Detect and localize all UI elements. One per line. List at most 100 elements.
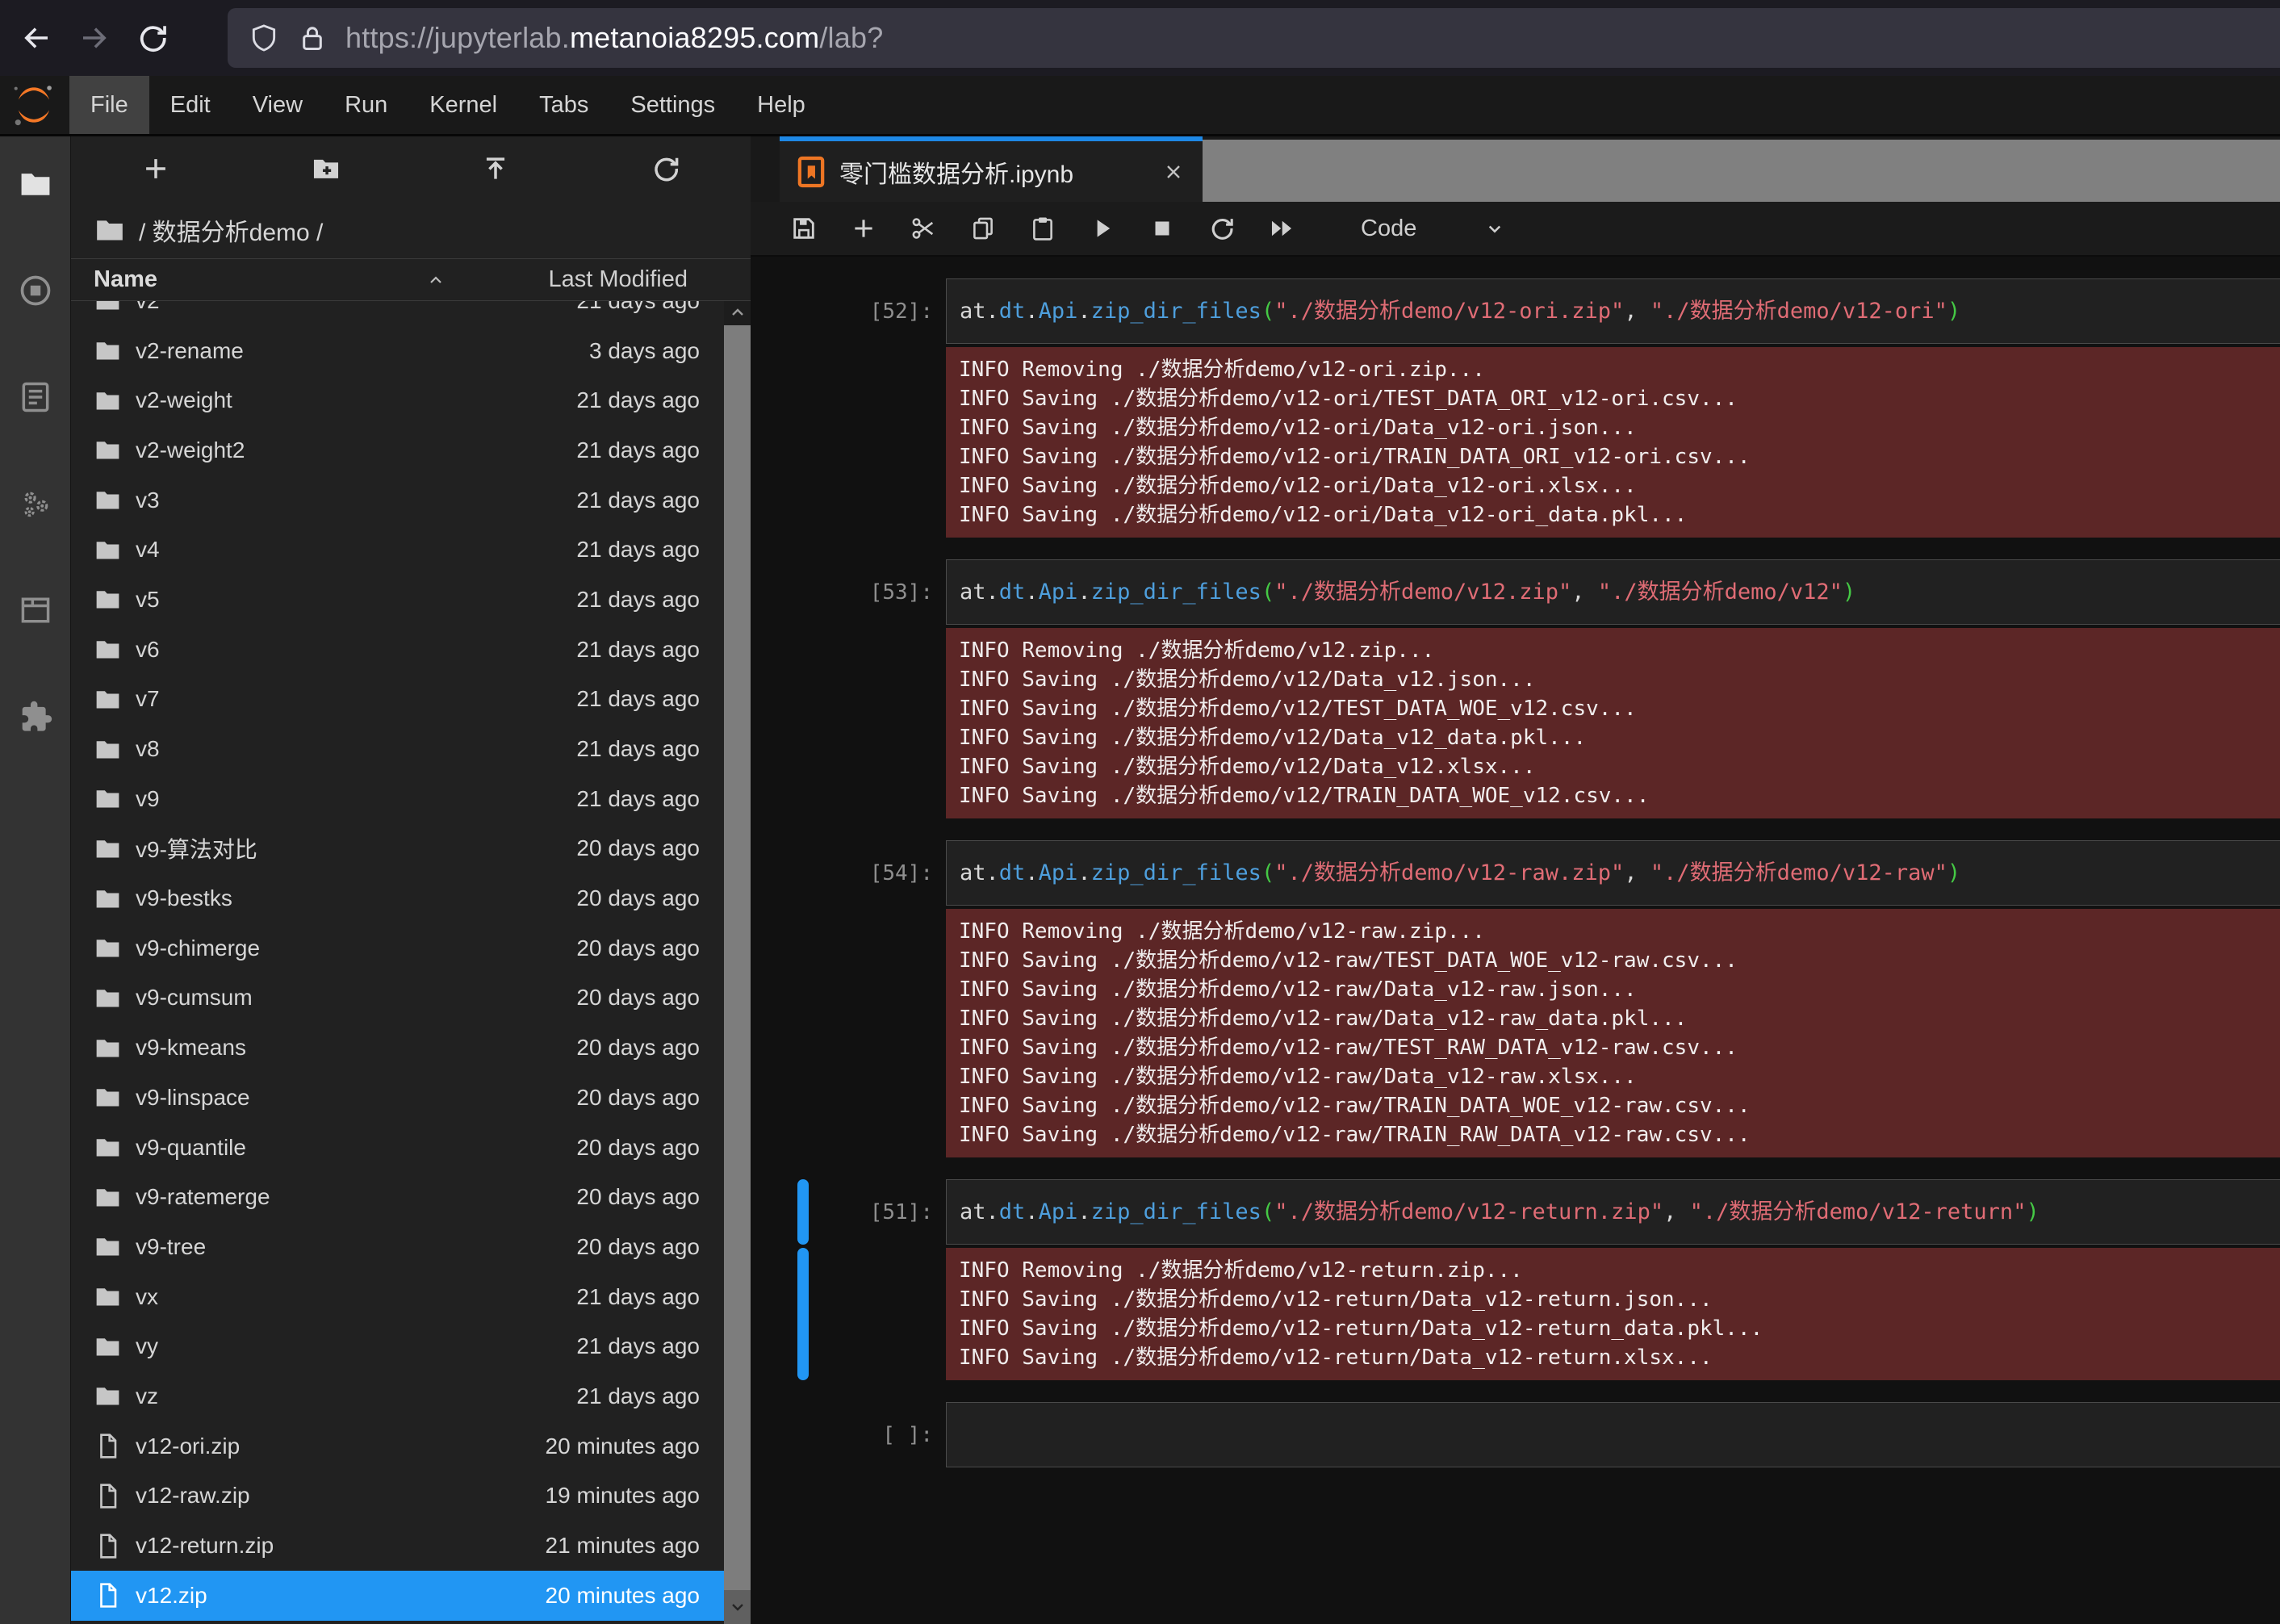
new-launcher-button[interactable] bbox=[71, 153, 241, 184]
menu-tabs[interactable]: Tabs bbox=[518, 76, 609, 134]
file-row[interactable]: v2-weight221 days ago bbox=[71, 425, 724, 475]
notebook-cell: [51]:at.dt.Api.zip_dir_files("./数据分析demo… bbox=[751, 1179, 2280, 1380]
cut-cells-button[interactable] bbox=[906, 211, 941, 246]
folder-icon bbox=[94, 835, 122, 863]
file-row[interactable]: v9-chimerge20 days ago bbox=[71, 923, 724, 973]
menu-kernel[interactable]: Kernel bbox=[408, 76, 518, 134]
output-line: INFO Saving ./数据分析demo/v12/Data_v12.xlsx… bbox=[959, 752, 2267, 781]
extensions-icon[interactable] bbox=[0, 680, 71, 753]
menu-edit[interactable]: Edit bbox=[149, 76, 232, 134]
menu-file[interactable]: File bbox=[69, 76, 149, 134]
output-line: INFO Saving ./数据分析demo/v12-ori/TEST_DATA… bbox=[959, 384, 2267, 413]
output-collapser[interactable] bbox=[797, 1248, 809, 1380]
file-row[interactable]: v9-算法对比20 days ago bbox=[71, 824, 724, 874]
menu-view[interactable]: View bbox=[232, 76, 324, 134]
output-line: INFO Saving ./数据分析demo/v12-raw/TEST_RAW_… bbox=[959, 1033, 2267, 1062]
folder-icon bbox=[94, 635, 122, 663]
file-row[interactable]: vx21 days ago bbox=[71, 1272, 724, 1322]
folder-icon bbox=[94, 685, 122, 714]
file-row[interactable]: v9-tree20 days ago bbox=[71, 1222, 724, 1272]
restart-kernel-button[interactable] bbox=[1204, 211, 1240, 246]
cell-input[interactable] bbox=[946, 1402, 2280, 1467]
scrollbar-thumb[interactable] bbox=[724, 325, 751, 1590]
breadcrumb[interactable]: / 数据分析demo / bbox=[71, 201, 751, 259]
notebook-cell: [52]:at.dt.Api.zip_dir_files("./数据分析demo… bbox=[751, 278, 2280, 538]
scrollbar-down-icon[interactable] bbox=[724, 1590, 751, 1624]
file-row[interactable]: v621 days ago bbox=[71, 625, 724, 675]
menu-help[interactable]: Help bbox=[736, 76, 826, 134]
folder-icon bbox=[94, 984, 122, 1012]
insert-cell-button[interactable] bbox=[846, 211, 881, 246]
file-row[interactable]: v2-weight21 days ago bbox=[71, 375, 724, 425]
scrollbar-up-icon[interactable] bbox=[724, 299, 751, 325]
file-row[interactable]: v821 days ago bbox=[71, 724, 724, 774]
file-row[interactable]: v2-rename3 days ago bbox=[71, 326, 724, 376]
file-row[interactable]: v9-quantile20 days ago bbox=[71, 1123, 724, 1173]
cell-type-dropdown[interactable]: Code bbox=[1361, 216, 1507, 242]
browser-forward-button[interactable] bbox=[73, 16, 116, 60]
tabs-icon[interactable] bbox=[0, 574, 71, 647]
menu-run[interactable]: Run bbox=[324, 76, 408, 134]
cell-input[interactable]: at.dt.Api.zip_dir_files("./数据分析demo/v12.… bbox=[946, 559, 2280, 625]
url-text: https://jupyterlab.metanoia8295.com/lab? bbox=[345, 21, 883, 55]
output-line: INFO Saving ./数据分析demo/v12-return/Data_v… bbox=[959, 1314, 2267, 1343]
file-row[interactable]: v721 days ago bbox=[71, 675, 724, 725]
folder-icon bbox=[94, 934, 122, 962]
file-row[interactable]: v12-ori.zip20 minutes ago bbox=[71, 1421, 724, 1471]
file-list-scrollbar[interactable] bbox=[724, 299, 751, 1624]
file-name: v2-weight2 bbox=[136, 437, 245, 463]
file-modified: 21 days ago bbox=[576, 686, 700, 712]
run-cell-button[interactable] bbox=[1085, 211, 1120, 246]
file-row[interactable]: vz21 days ago bbox=[71, 1371, 724, 1421]
file-row[interactable]: v521 days ago bbox=[71, 575, 724, 625]
column-header-modified[interactable]: Last Modified bbox=[549, 266, 688, 293]
notebook-tab[interactable]: 零门槛数据分析.ipynb bbox=[780, 136, 1203, 202]
save-button[interactable] bbox=[786, 211, 822, 246]
folder-icon bbox=[94, 387, 122, 415]
file-name: v9-chimerge bbox=[136, 935, 260, 961]
paste-cells-button[interactable] bbox=[1025, 211, 1061, 246]
file-row[interactable]: v221 days ago bbox=[71, 299, 724, 326]
file-row[interactable]: v9-kmeans20 days ago bbox=[71, 1023, 724, 1073]
new-folder-button[interactable] bbox=[241, 153, 412, 184]
file-row[interactable]: v12-raw.zip19 minutes ago bbox=[71, 1471, 724, 1521]
browser-reload-button[interactable] bbox=[131, 16, 174, 60]
file-row[interactable]: v9-bestks20 days ago bbox=[71, 873, 724, 923]
output-line: INFO Removing ./数据分析demo/v12-ori.zip... bbox=[959, 355, 2267, 384]
file-row[interactable]: v921 days ago bbox=[71, 774, 724, 824]
cell-collapser[interactable] bbox=[797, 1179, 809, 1245]
file-row[interactable]: v321 days ago bbox=[71, 475, 724, 525]
file-row[interactable]: v9-cumsum20 days ago bbox=[71, 973, 724, 1023]
interrupt-kernel-button[interactable] bbox=[1144, 211, 1180, 246]
property-inspector-icon[interactable] bbox=[0, 361, 71, 433]
upload-button[interactable] bbox=[411, 153, 581, 184]
restart-run-all-button[interactable] bbox=[1264, 211, 1299, 246]
menu-settings[interactable]: Settings bbox=[609, 76, 736, 134]
lock-icon[interactable] bbox=[297, 23, 328, 53]
sort-ascending-icon[interactable] bbox=[426, 270, 446, 290]
jupyter-menubar: FileEditViewRunKernelTabsSettingsHelp bbox=[0, 76, 2280, 136]
copy-cells-button[interactable] bbox=[965, 211, 1001, 246]
address-bar[interactable]: https://jupyterlab.metanoia8295.com/lab? bbox=[228, 8, 2280, 68]
refresh-button[interactable] bbox=[581, 153, 751, 184]
file-row[interactable]: v12.zip20 minutes ago bbox=[71, 1571, 724, 1621]
cell-input[interactable]: at.dt.Api.zip_dir_files("./数据分析demo/v12-… bbox=[946, 278, 2280, 344]
running-kernels-icon[interactable] bbox=[0, 254, 71, 327]
cell-input[interactable]: at.dt.Api.zip_dir_files("./数据分析demo/v12-… bbox=[946, 840, 2280, 906]
files-icon[interactable] bbox=[0, 148, 71, 220]
file-modified: 21 days ago bbox=[576, 299, 700, 314]
file-row[interactable]: vy21 days ago bbox=[71, 1321, 724, 1371]
cell-input[interactable]: at.dt.Api.zip_dir_files("./数据分析demo/v12-… bbox=[946, 1179, 2280, 1245]
cell-output: INFO Removing ./数据分析demo/v12-raw.zip...I… bbox=[946, 909, 2280, 1157]
file-row[interactable]: v12-return.zip21 minutes ago bbox=[71, 1521, 724, 1571]
file-modified: 19 minutes ago bbox=[546, 1483, 700, 1509]
tab-close-icon[interactable] bbox=[1162, 161, 1185, 183]
column-header-name[interactable]: Name bbox=[94, 266, 157, 293]
file-row[interactable]: v9-ratemerge20 days ago bbox=[71, 1172, 724, 1222]
file-row[interactable]: v421 days ago bbox=[71, 525, 724, 575]
browser-back-button[interactable] bbox=[15, 16, 58, 60]
gears-icon[interactable] bbox=[0, 467, 71, 540]
shield-icon[interactable] bbox=[249, 23, 279, 53]
file-row[interactable]: v9-linspace20 days ago bbox=[71, 1073, 724, 1123]
file-icon bbox=[94, 1432, 122, 1460]
